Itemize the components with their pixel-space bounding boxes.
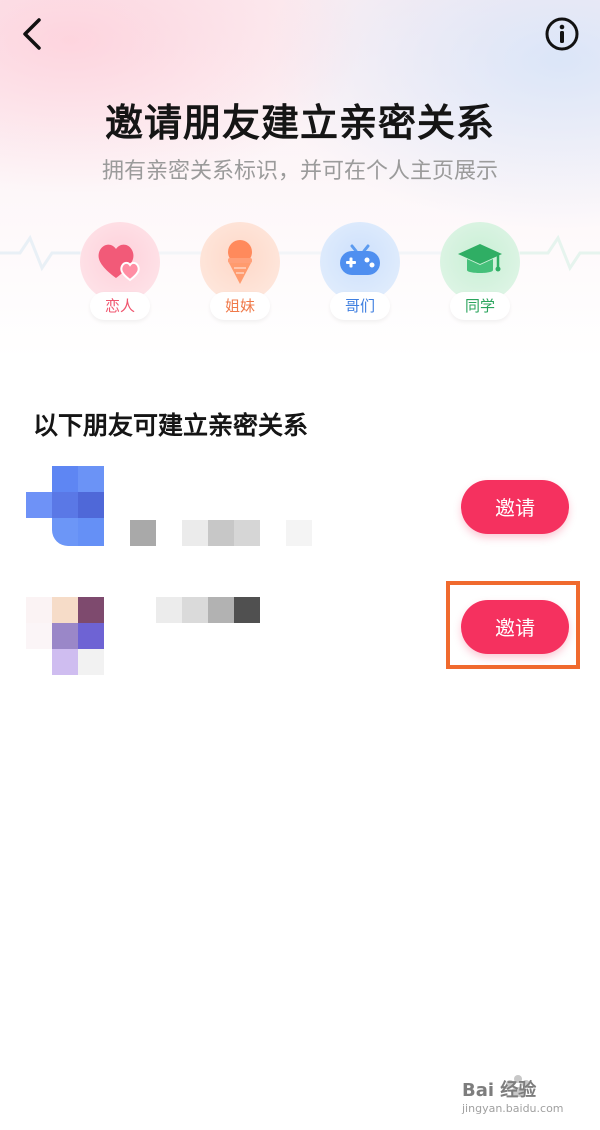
- info-circle-icon: [545, 17, 579, 51]
- hearts-icon: [98, 244, 140, 282]
- avatar-pixel: [52, 623, 78, 649]
- avatar-pixel: [26, 623, 52, 649]
- highlight-box: [446, 581, 580, 669]
- relation-label: 姐妹: [210, 292, 270, 320]
- avatar[interactable]: [26, 597, 104, 675]
- avatar-pixel: [52, 466, 78, 492]
- chevron-left-icon: [23, 18, 41, 50]
- avatar-pixel: [52, 518, 78, 546]
- avatar-pixel: [78, 466, 104, 492]
- page-subtitle: 拥有亲密关系标识，并可在个人主页展示: [101, 159, 498, 184]
- name-pixel: [234, 597, 260, 623]
- relation-label: 恋人: [90, 292, 150, 320]
- avatar-pixel: [78, 623, 104, 649]
- relation-buddies[interactable]: 哥们: [320, 222, 400, 322]
- avatar-pixel: [26, 597, 52, 623]
- graduation-cap-icon: [458, 244, 502, 273]
- name-pixel: [208, 597, 234, 623]
- page-title: 邀请朋友建立亲密关系: [104, 101, 495, 145]
- avatar-pixel: [78, 597, 104, 623]
- relation-label: 同学: [450, 292, 510, 320]
- friends-section-title: 以下朋友可建立亲密关系: [33, 411, 309, 440]
- avatar-pixel: [52, 597, 78, 623]
- name-pixel: [182, 597, 208, 623]
- watermark-text: Bai 经验: [462, 1080, 537, 1101]
- gamepad-icon: [340, 244, 380, 275]
- info-button[interactable]: [545, 17, 579, 51]
- watermark-url: jingyan.baidu.com: [462, 1102, 564, 1115]
- avatar-pixel: [78, 649, 104, 675]
- back-button[interactable]: [14, 14, 54, 54]
- ice-cream-icon: [228, 240, 252, 284]
- avatar-pixel: [26, 492, 52, 518]
- relation-label: 哥们: [330, 292, 390, 320]
- name-pixel: [286, 520, 312, 546]
- relation-classmates[interactable]: 同学: [440, 222, 520, 322]
- avatar-pixel: [78, 518, 104, 546]
- avatar-pixel: [52, 649, 78, 675]
- relation-lover[interactable]: 恋人: [80, 222, 160, 322]
- name-pixel: [156, 597, 182, 623]
- invite-button[interactable]: 邀请: [461, 480, 569, 534]
- name-pixel: [234, 520, 260, 546]
- relation-sisters[interactable]: 姐妹: [200, 222, 280, 322]
- avatar[interactable]: [26, 466, 104, 546]
- name-pixel: [130, 520, 156, 546]
- name-pixel: [208, 520, 234, 546]
- name-pixel: [182, 520, 208, 546]
- avatar-pixel: [52, 492, 78, 518]
- avatar-pixel: [78, 492, 104, 518]
